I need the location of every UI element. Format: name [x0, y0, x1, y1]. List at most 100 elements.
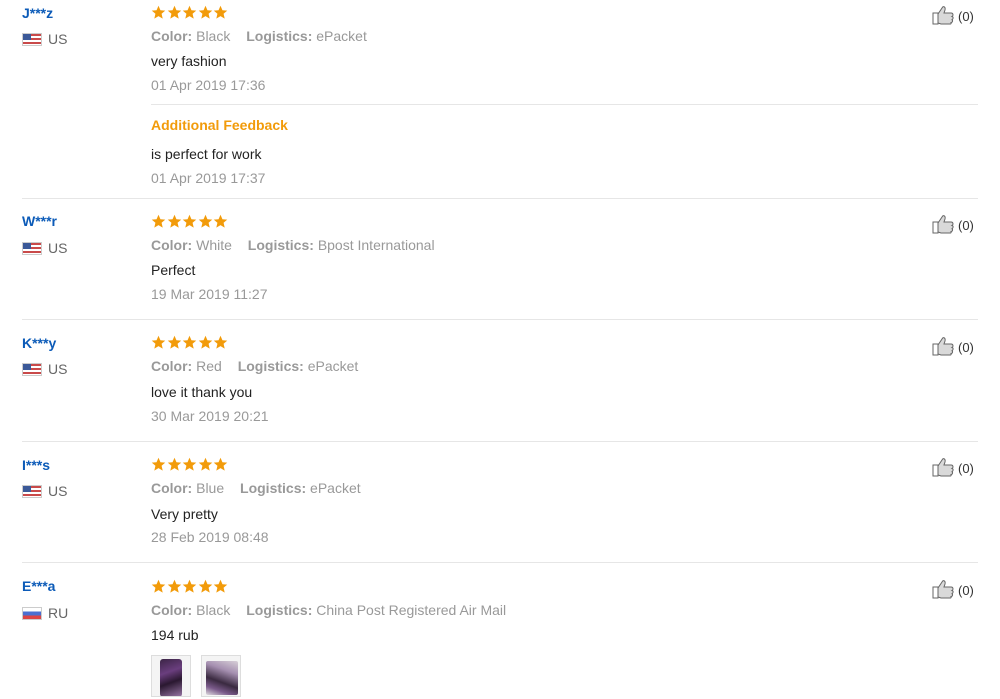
- additional-feedback-date: 01 Apr 2019 17:37: [151, 170, 266, 186]
- star-icon: [213, 214, 228, 228]
- review-attributes: Color: Red Logistics: ePacket: [151, 358, 358, 374]
- review-attributes: Color: Black Logistics: ePacket: [151, 28, 367, 44]
- star-icon: [198, 579, 212, 593]
- star-icon: [213, 5, 228, 19]
- thumbs-up-icon: [932, 457, 958, 480]
- review-text: love it thank you: [151, 384, 253, 400]
- reviewer-name[interactable]: E***a: [22, 578, 55, 594]
- logistics-label: Logistics:: [247, 237, 314, 253]
- logistics-value: ePacket: [307, 358, 359, 374]
- star-icon: [182, 5, 197, 19]
- divider: [22, 198, 978, 199]
- star-icon: [151, 335, 166, 349]
- photo-thumbnail[interactable]: [201, 655, 241, 697]
- review-date: 19 Mar 2019 11:27: [151, 286, 268, 302]
- star-icon: [151, 579, 166, 593]
- color-label: Color:: [151, 358, 193, 374]
- additional-feedback-title: Additional Feedback: [151, 117, 288, 133]
- review-date: 01 Apr 2019 17:36: [151, 77, 266, 93]
- reviewer-name[interactable]: J***z: [22, 5, 53, 21]
- color-value: Black: [196, 28, 231, 44]
- star-icon: [167, 579, 181, 593]
- star-icon: [167, 5, 181, 19]
- logistics-label: Logistics:: [237, 358, 304, 374]
- review-text: 194 rub: [151, 627, 199, 643]
- star-icon: [182, 214, 197, 228]
- photo-thumbnail[interactable]: [151, 655, 191, 697]
- star-icon: [167, 214, 181, 228]
- helpful-count: (0): [958, 218, 974, 233]
- color-label: Color:: [151, 237, 193, 253]
- thumbs-up-icon: [932, 579, 958, 602]
- us-flag-icon: [22, 362, 42, 376]
- star-icon: [167, 457, 181, 471]
- star-icon: [151, 457, 166, 471]
- country-code: RU: [48, 605, 69, 621]
- divider: [22, 562, 978, 563]
- star-icon: [213, 335, 228, 349]
- review-text: very fashion: [151, 53, 227, 69]
- reviewer-name[interactable]: I***s: [22, 457, 50, 473]
- helpful-count: (0): [958, 583, 974, 598]
- us-flag-icon: [22, 32, 42, 46]
- star-icon: [198, 335, 212, 349]
- helpful-button[interactable]: (0): [932, 336, 974, 359]
- logistics-label: Logistics:: [246, 602, 313, 618]
- review-attributes: Color: White Logistics: Bpost Internatio…: [151, 237, 435, 253]
- star-icon: [198, 214, 212, 228]
- star-icon: [151, 5, 166, 19]
- star-rating: [151, 457, 229, 472]
- us-flag-icon: [22, 484, 42, 498]
- reviewer-name[interactable]: W***r: [22, 213, 57, 229]
- country-code: US: [48, 240, 68, 256]
- divider: [22, 319, 978, 320]
- color-value: Blue: [196, 480, 225, 496]
- star-icon: [182, 457, 197, 471]
- reviewer-country: RU: [22, 605, 68, 621]
- helpful-button[interactable]: (0): [932, 214, 974, 237]
- color-label: Color:: [151, 480, 193, 496]
- country-code: US: [48, 361, 68, 377]
- country-code: US: [48, 483, 68, 499]
- star-icon: [167, 335, 181, 349]
- additional-feedback-text: is perfect for work: [151, 146, 262, 162]
- star-icon: [213, 579, 228, 593]
- color-label: Color:: [151, 28, 193, 44]
- reviewer-name[interactable]: K***y: [22, 335, 56, 351]
- thumbs-up-icon: [932, 5, 958, 28]
- star-icon: [182, 579, 197, 593]
- logistics-value: China Post Registered Air Mail: [316, 602, 507, 618]
- country-code: US: [48, 31, 68, 47]
- reviewer-country: US: [22, 361, 67, 377]
- star-icon: [198, 457, 212, 471]
- helpful-button[interactable]: (0): [932, 5, 974, 28]
- reviewer-country: US: [22, 483, 67, 499]
- divider: [151, 104, 978, 105]
- ru-flag-icon: [22, 606, 42, 620]
- helpful-button[interactable]: (0): [932, 457, 974, 480]
- color-value: White: [196, 237, 232, 253]
- logistics-label: Logistics:: [240, 480, 307, 496]
- reviewer-country: US: [22, 240, 67, 256]
- star-icon: [213, 457, 228, 471]
- reviewer-country: US: [22, 31, 67, 47]
- color-label: Color:: [151, 602, 193, 618]
- star-rating: [151, 579, 229, 594]
- helpful-count: (0): [958, 340, 974, 355]
- star-rating: [151, 335, 229, 350]
- review-text: Perfect: [151, 262, 196, 278]
- us-flag-icon: [22, 241, 42, 255]
- logistics-value: ePacket: [310, 480, 361, 496]
- helpful-count: (0): [958, 461, 974, 476]
- helpful-count: (0): [958, 9, 974, 24]
- star-icon: [182, 335, 197, 349]
- logistics-value: ePacket: [316, 28, 367, 44]
- review-attributes: Color: Blue Logistics: ePacket: [151, 480, 361, 496]
- helpful-button[interactable]: (0): [932, 579, 974, 602]
- star-icon: [198, 5, 212, 19]
- logistics-label: Logistics:: [246, 28, 313, 44]
- star-icon: [151, 214, 166, 228]
- divider: [22, 441, 978, 442]
- thumbs-up-icon: [932, 336, 958, 359]
- review-attributes: Color: Black Logistics: China Post Regis…: [151, 602, 506, 618]
